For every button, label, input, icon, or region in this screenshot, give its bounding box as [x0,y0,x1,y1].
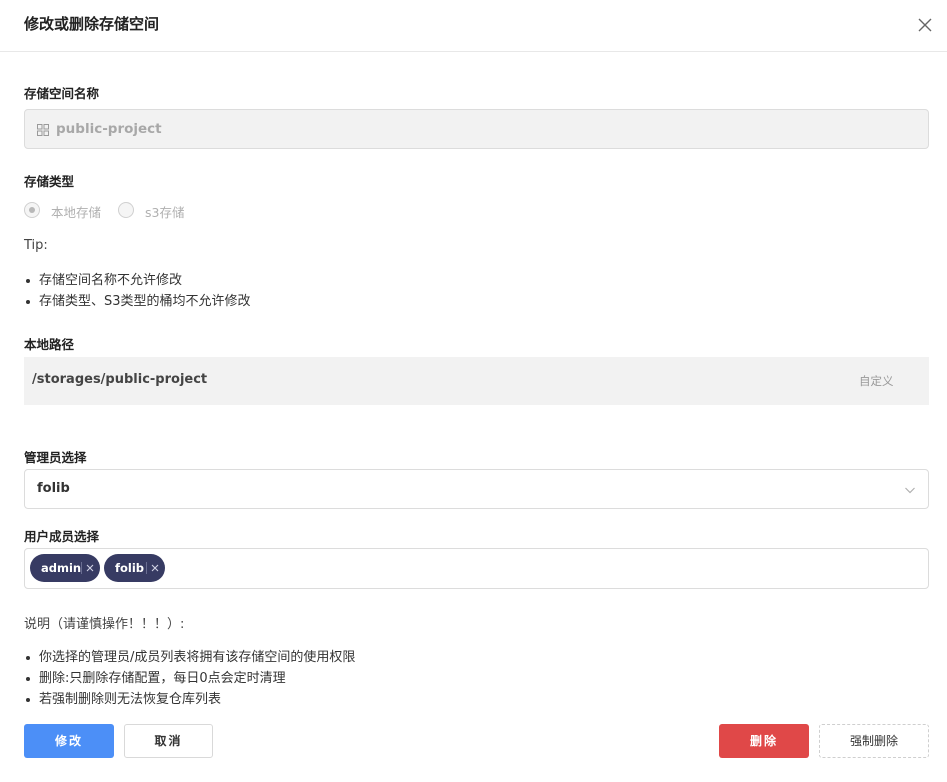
dialog-title: 修改或删除存储空间 [24,15,160,33]
local-path-value: /storages/public-project [32,372,208,387]
custom-path-link[interactable]: 自定义 [859,373,894,389]
storage-type-label: 存储类型 [24,174,75,189]
member-tag-admin: admin [30,554,100,582]
list-item: 删除:只删除存储配置，每日0点会定时清理 [24,668,355,689]
storage-name-value: public-project [56,121,162,137]
close-icon[interactable] [914,14,936,36]
radio-checked-icon [24,202,40,218]
list-item: 你选择的管理员/成员列表将拥有该存储空间的使用权限 [24,647,355,668]
tag-label: admin [41,561,82,575]
radio-s3-storage-label: s3存储 [145,205,185,220]
radio-unchecked-icon [118,202,134,218]
list-item: 若强制删除则无法恢复仓库列表 [24,689,355,710]
member-tag-folib: folib [104,554,165,582]
modify-button[interactable]: 修改 [24,724,114,758]
member-select[interactable]: admin folib [24,548,929,589]
local-path-label: 本地路径 [24,337,75,352]
delete-button[interactable]: 删除 [719,724,809,758]
storage-name-label: 存储空间名称 [24,86,100,101]
radio-local-storage-label: 本地存储 [51,205,102,220]
tag-label: folib [115,561,145,575]
dialog-header: 修改或删除存储空间 [0,0,947,52]
admin-select-value: folib [37,481,70,496]
tip-heading: Tip: [24,238,48,253]
tag-divider [146,562,147,574]
force-delete-button[interactable]: 强制删除 [819,724,929,758]
member-select-label: 用户成员选择 [24,529,100,544]
tip-list: 存储空间名称不允许修改 存储类型、S3类型的桶均不允许修改 [24,270,251,312]
chevron-down-icon [905,487,915,494]
storage-name-input[interactable]: public-project [24,109,929,149]
tag-divider [81,562,82,574]
notes-heading: 说明（请谨慎操作！！！）: [24,617,185,632]
list-item: 存储空间名称不允许修改 [24,270,251,291]
notes-list: 你选择的管理员/成员列表将拥有该存储空间的使用权限 删除:只删除存储配置，每日0… [24,647,355,710]
cancel-button[interactable]: 取消 [124,724,213,758]
tag-close-icon[interactable] [150,563,160,573]
list-item: 存储类型、S3类型的桶均不允许修改 [24,291,251,312]
local-path-field[interactable]: /storages/public-project 自定义 [24,357,929,405]
admin-select[interactable]: folib [24,469,929,509]
admin-select-label: 管理员选择 [24,450,87,465]
tag-close-icon[interactable] [85,563,95,573]
grid-icon [37,124,49,136]
